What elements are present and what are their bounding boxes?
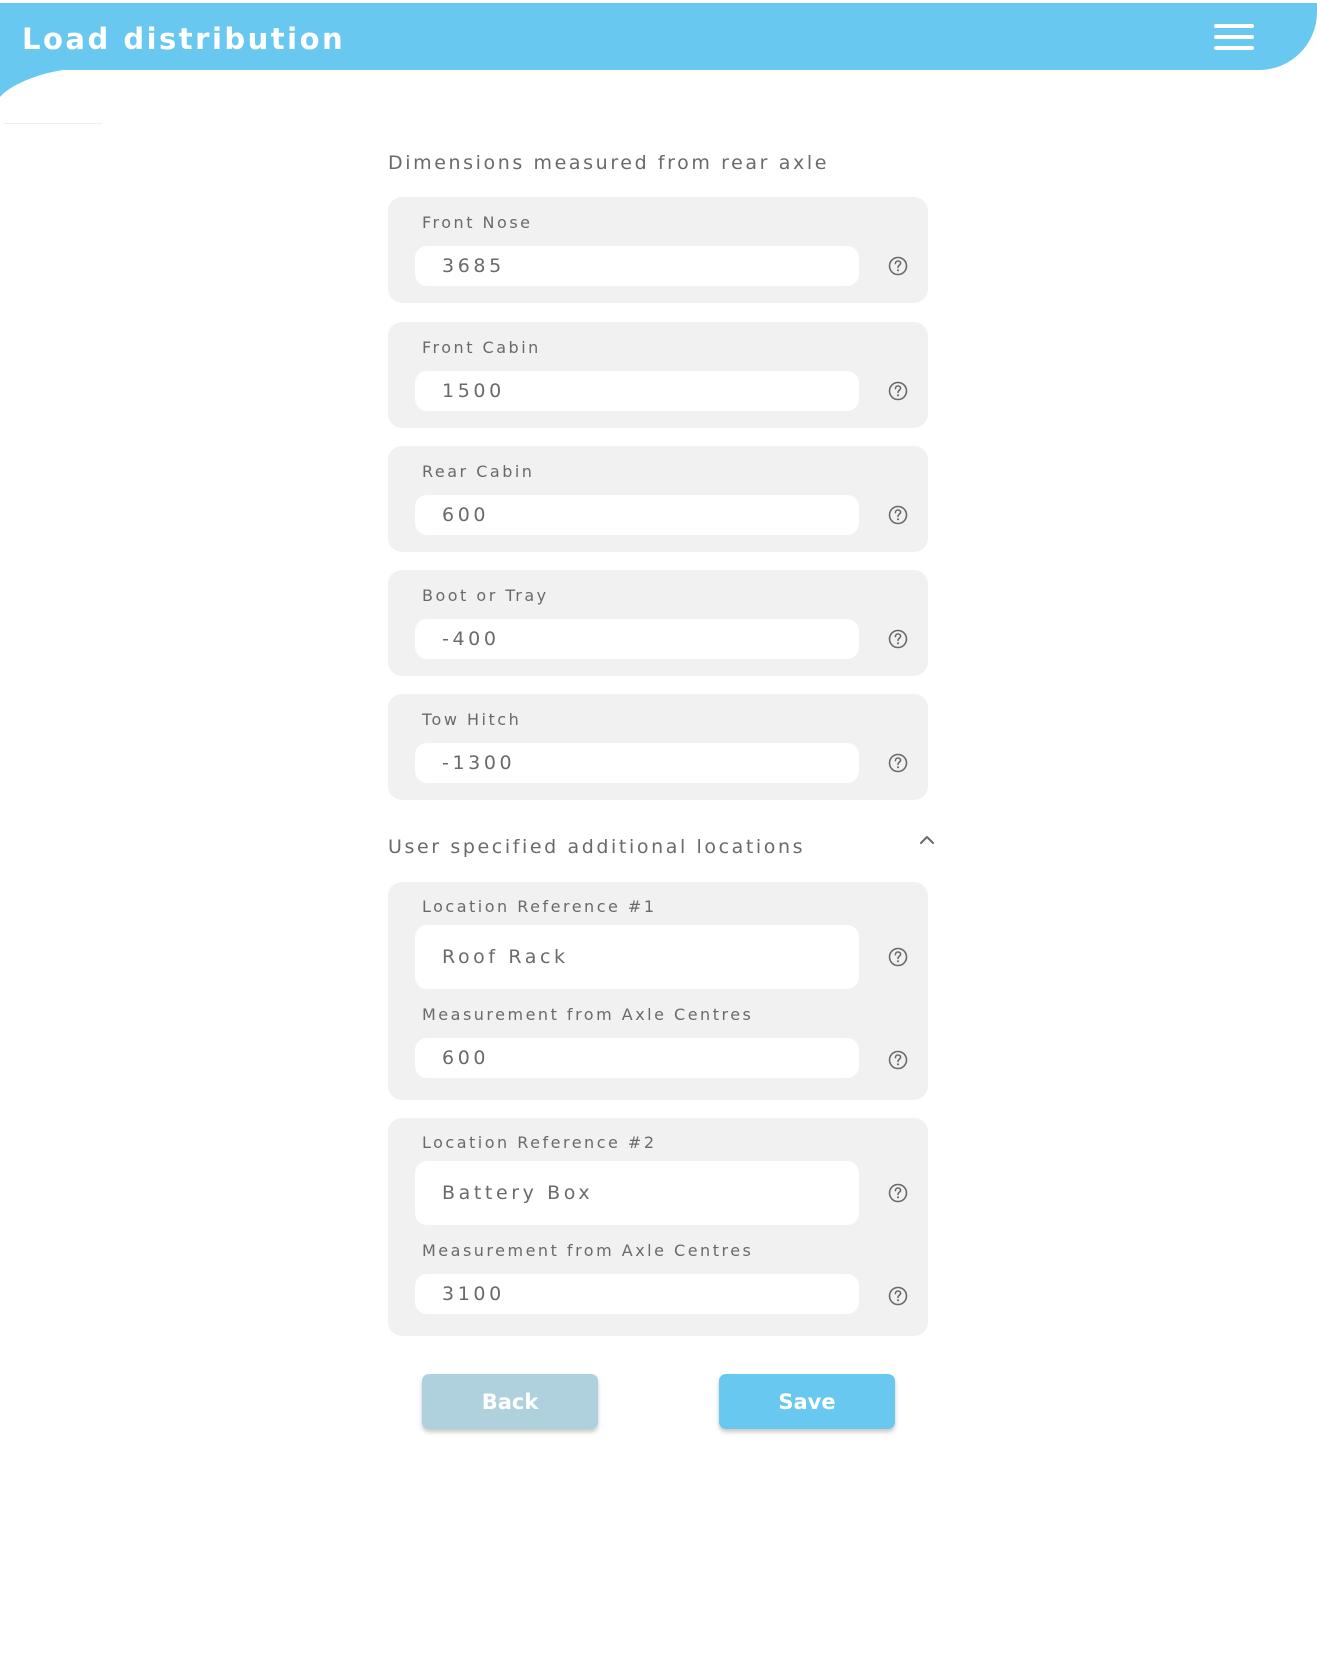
location-2-measure-label: Measurement from Axle Centres [422, 1241, 754, 1260]
location-2-card: Location Reference #2 Measurement from A… [388, 1118, 928, 1336]
chevron-up-icon[interactable] [916, 829, 938, 851]
front-cabin-card: Front Cabin [388, 322, 928, 428]
question-circle-icon[interactable] [888, 1183, 908, 1203]
location-2-measure-input[interactable] [415, 1274, 859, 1314]
page-title: Load distribution [22, 22, 346, 56]
question-circle-icon[interactable] [888, 505, 908, 525]
hamburger-menu-icon[interactable] [1210, 19, 1258, 55]
location-2-ref-input[interactable] [415, 1161, 859, 1225]
question-circle-icon[interactable] [888, 381, 908, 401]
tow-hitch-label: Tow Hitch [422, 710, 522, 729]
question-circle-icon[interactable] [888, 1286, 908, 1306]
front-nose-input[interactable] [415, 246, 859, 286]
location-1-ref-label: Location Reference #1 [422, 897, 657, 916]
header-curve-decoration [0, 69, 70, 97]
tow-hitch-card: Tow Hitch [388, 694, 928, 800]
dimensions-heading: Dimensions measured from rear axle [388, 152, 829, 174]
location-1-measure-label: Measurement from Axle Centres [422, 1005, 754, 1024]
additional-locations-heading: User specified additional locations [388, 836, 806, 858]
question-circle-icon[interactable] [888, 753, 908, 773]
rear-cabin-label: Rear Cabin [422, 462, 535, 481]
save-button[interactable]: Save [719, 1374, 895, 1429]
location-2-ref-label: Location Reference #2 [422, 1133, 657, 1152]
rear-cabin-card: Rear Cabin [388, 446, 928, 552]
front-cabin-label: Front Cabin [422, 338, 541, 357]
question-circle-icon[interactable] [888, 1050, 908, 1070]
boot-tray-input[interactable] [415, 619, 859, 659]
front-cabin-input[interactable] [415, 371, 859, 411]
location-1-measure-input[interactable] [415, 1038, 859, 1078]
tow-hitch-input[interactable] [415, 743, 859, 783]
question-circle-icon[interactable] [888, 629, 908, 649]
question-circle-icon[interactable] [888, 947, 908, 967]
divider [4, 123, 102, 124]
location-1-card: Location Reference #1 Measurement from A… [388, 882, 928, 1100]
front-nose-label: Front Nose [422, 213, 533, 232]
location-1-ref-input[interactable] [415, 925, 859, 989]
app-header: Load distribution [0, 3, 1317, 70]
back-button[interactable]: Back [422, 1374, 598, 1429]
question-circle-icon[interactable] [888, 256, 908, 276]
front-nose-card: Front Nose [388, 197, 928, 303]
boot-tray-label: Boot or Tray [422, 586, 549, 605]
boot-tray-card: Boot or Tray [388, 570, 928, 676]
rear-cabin-input[interactable] [415, 495, 859, 535]
